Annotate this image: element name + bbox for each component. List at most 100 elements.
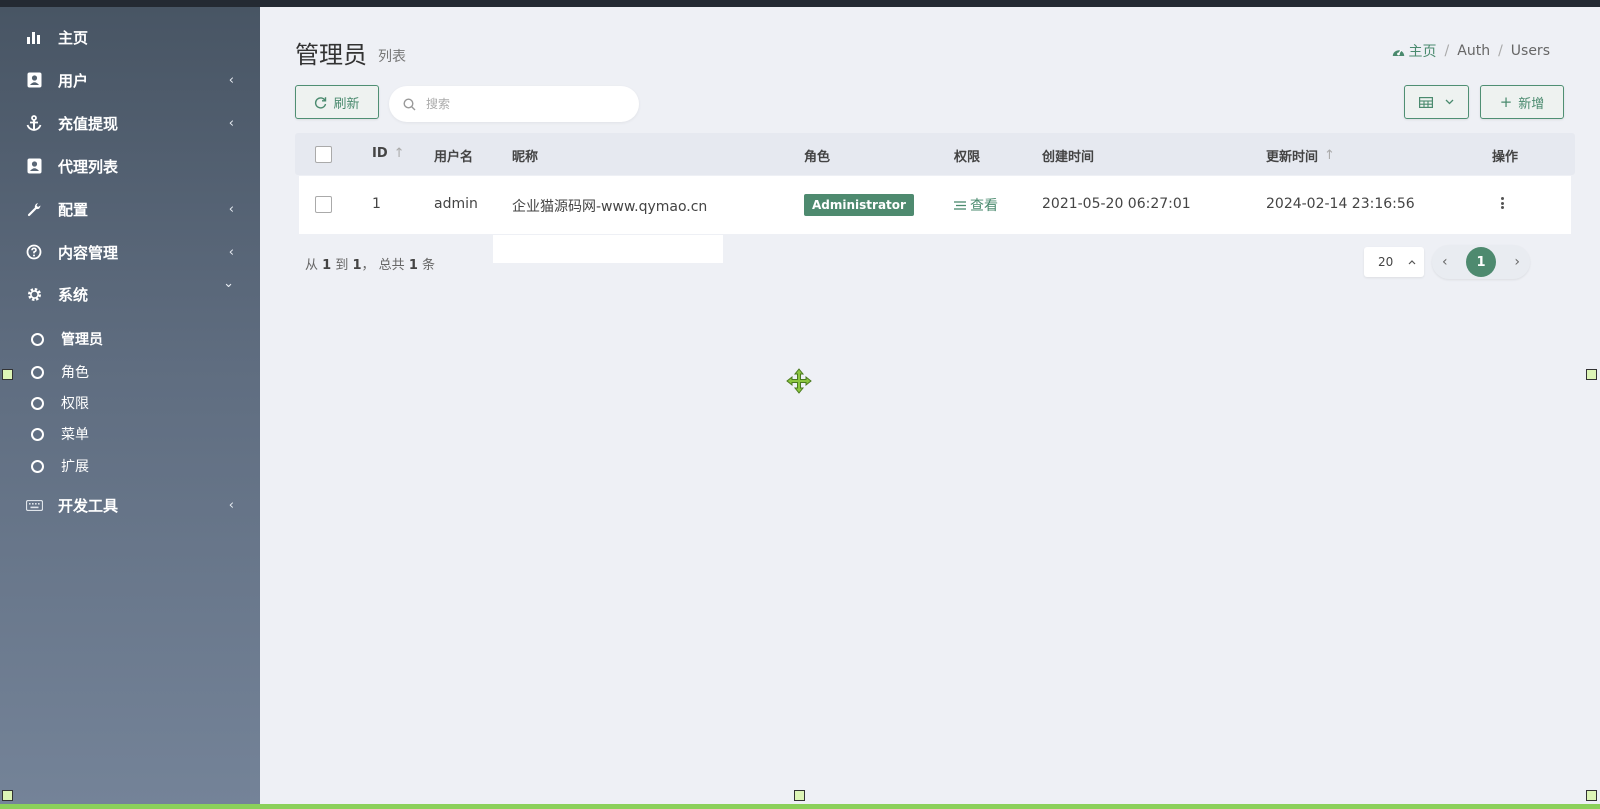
column-header-permission: 权限 xyxy=(954,150,981,165)
list-icon xyxy=(954,200,966,210)
refresh-button[interactable]: 刷新 xyxy=(295,85,379,119)
row-checkbox[interactable] xyxy=(315,196,332,213)
chevron-left-icon: ‹ xyxy=(228,72,234,88)
select-all-checkbox[interactable] xyxy=(315,146,332,163)
chevron-left-icon: ‹ xyxy=(228,115,234,131)
breadcrumb: 主页 / Auth / Users xyxy=(1392,41,1550,61)
breadcrumb-home-label: 主页 xyxy=(1408,44,1437,60)
column-header-nickname: 昵称 xyxy=(512,150,539,165)
sidebar-subitem-label: 角色 xyxy=(61,365,89,381)
chevron-left-icon: ‹ xyxy=(228,497,234,513)
sidebar-subitem-label: 菜单 xyxy=(61,427,89,443)
column-header-updated-at[interactable]: 更新时间 ↑ xyxy=(1266,146,1335,165)
sidebar-subitem-extensions[interactable]: 扩展 xyxy=(0,451,260,481)
sidebar-item-label: 充值提现 xyxy=(58,114,119,133)
breadcrumb-separator: / xyxy=(1444,43,1450,59)
page-title: 管理员 xyxy=(295,41,367,69)
sort-arrow-icon[interactable]: ↑ xyxy=(394,146,405,161)
page-size-value: 20 xyxy=(1378,255,1394,269)
chevron-left-icon: ‹ xyxy=(228,201,234,217)
circle-icon xyxy=(31,427,44,441)
column-header-created-at: 创建时间 xyxy=(1042,150,1095,165)
wrench-icon xyxy=(24,199,44,219)
breadcrumb-auth[interactable]: Auth xyxy=(1457,43,1490,59)
chevron-up-icon xyxy=(1408,259,1416,264)
circle-icon xyxy=(31,459,44,473)
sidebar-subitem-label: 扩展 xyxy=(61,459,89,475)
selection-border xyxy=(0,804,1600,809)
breadcrumb-users: Users xyxy=(1510,43,1550,59)
sidebar-item-label: 主页 xyxy=(58,28,89,47)
sidebar-item-recharge[interactable]: 充值提现 ‹ xyxy=(0,103,260,143)
sidebar-subitem-label: 权限 xyxy=(61,396,89,412)
breadcrumb-home[interactable]: 主页 xyxy=(1392,41,1437,61)
row-actions-menu-icon[interactable] xyxy=(1497,194,1507,212)
sidebar-subitem-admins[interactable]: 管理员 xyxy=(0,324,260,354)
page-number-current[interactable]: 1 xyxy=(1466,247,1496,277)
resize-handle[interactable] xyxy=(794,790,805,801)
role-badge: Administrator xyxy=(804,194,914,216)
blank-overlay xyxy=(493,235,723,263)
chevron-left-icon: ‹ xyxy=(228,244,234,260)
circle-icon xyxy=(31,332,44,346)
pagination: ‹ 1 › xyxy=(1432,245,1530,279)
column-header-username: 用户名 xyxy=(434,150,474,165)
user-card-icon xyxy=(24,156,44,176)
sort-arrow-icon[interactable]: ↑ xyxy=(1324,148,1335,163)
keyboard-icon xyxy=(24,495,44,515)
column-header-id[interactable]: ID ↑ xyxy=(372,146,405,161)
next-page-icon[interactable]: › xyxy=(1514,254,1520,270)
sidebar-item-label: 代理列表 xyxy=(58,157,119,176)
sidebar-item-agents[interactable]: 代理列表 xyxy=(0,146,260,186)
chevron-down-icon xyxy=(1445,99,1454,105)
circle-icon xyxy=(31,396,44,410)
sidebar-subitem-label: 管理员 xyxy=(61,332,103,348)
table-row: 1 admin 企业猫源码网-www.qymao.cn Administrato… xyxy=(299,176,1571,234)
cell-updated-at: 2024-02-14 23:16:56 xyxy=(1266,196,1415,212)
cell-id: 1 xyxy=(372,196,381,212)
sidebar-subitem-menu[interactable]: 菜单 xyxy=(0,419,260,449)
prev-page-icon[interactable]: ‹ xyxy=(1442,254,1448,270)
table-header: ID ↑ 用户名 昵称 角色 权限 创建时间 更新时间 ↑ 操作 xyxy=(295,133,1575,175)
top-bar xyxy=(0,0,1600,7)
add-new-button[interactable]: + 新增 xyxy=(1480,85,1564,119)
sidebar-item-users[interactable]: 用户 ‹ xyxy=(0,60,260,100)
breadcrumb-separator: / xyxy=(1498,43,1503,59)
sidebar-item-dev-tools[interactable]: 开发工具 ‹ xyxy=(0,485,260,525)
refresh-button-label: 刷新 xyxy=(333,96,360,112)
cell-nickname: 企业猫源码网-www.qymao.cn xyxy=(512,199,708,215)
page-subtitle: 列表 xyxy=(378,49,406,65)
search-icon xyxy=(403,97,416,110)
add-new-button-label: 新增 xyxy=(1518,96,1545,112)
sidebar: 主页 用户 ‹ 充值提现 ‹ 代理列表 配置 ‹ 内容管理 ‹ 系统 ⌄ 管理员… xyxy=(0,7,260,804)
bar-chart-icon xyxy=(24,27,44,47)
plus-icon: + xyxy=(1499,93,1513,111)
resize-handle[interactable] xyxy=(1586,369,1597,380)
dashboard-icon xyxy=(1392,49,1404,56)
page-size-select[interactable]: 20 xyxy=(1364,247,1424,277)
view-permissions-link[interactable]: 查看 xyxy=(954,195,998,215)
cell-created-at: 2021-05-20 06:27:01 xyxy=(1042,196,1191,212)
circle-icon xyxy=(31,365,44,379)
sidebar-item-home[interactable]: 主页 xyxy=(0,17,260,57)
sidebar-item-config[interactable]: 配置 ‹ xyxy=(0,189,260,229)
cell-username: admin xyxy=(434,196,478,212)
resize-handle[interactable] xyxy=(2,369,13,380)
column-selector-button[interactable] xyxy=(1404,85,1469,119)
search-input[interactable] xyxy=(426,97,616,111)
sidebar-item-label: 用户 xyxy=(58,71,89,90)
sidebar-subitem-roles[interactable]: 角色 xyxy=(0,357,260,387)
search-box[interactable] xyxy=(389,86,639,122)
sidebar-item-system[interactable]: 系统 ⌄ xyxy=(0,274,260,314)
resize-handle[interactable] xyxy=(1586,790,1597,801)
anchor-icon xyxy=(24,113,44,133)
user-card-icon xyxy=(24,70,44,90)
resize-handle[interactable] xyxy=(2,790,13,801)
sidebar-subitem-permissions[interactable]: 权限 xyxy=(0,388,260,418)
refresh-icon xyxy=(315,96,327,109)
sidebar-item-label: 开发工具 xyxy=(58,496,119,515)
sidebar-item-label: 配置 xyxy=(58,200,89,219)
column-header-actions: 操作 xyxy=(1492,150,1519,165)
sidebar-item-content[interactable]: 内容管理 ‹ xyxy=(0,232,260,272)
help-circle-icon xyxy=(24,242,44,262)
